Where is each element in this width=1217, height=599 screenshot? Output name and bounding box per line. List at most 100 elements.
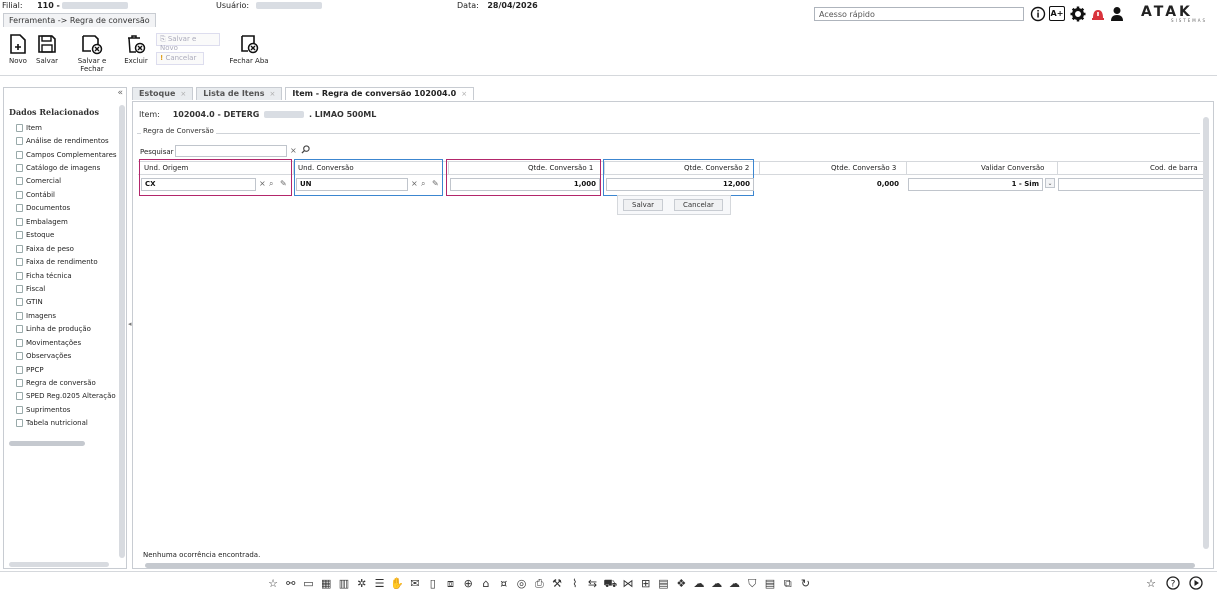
- sidebar-item[interactable]: Ficha técnica: [16, 269, 120, 282]
- save-close-button[interactable]: Salvar e Fechar: [65, 33, 119, 73]
- sidebar-item[interactable]: Estoque: [16, 229, 120, 242]
- new-button[interactable]: Novo: [6, 33, 30, 65]
- coins-icon[interactable]: ◎: [514, 576, 530, 592]
- tab-lista-itens[interactable]: Lista de Itens ×: [196, 87, 283, 100]
- sidebar-item[interactable]: Análise de rendimentos: [16, 134, 120, 147]
- clear-icon[interactable]: ×: [411, 179, 418, 188]
- play-icon[interactable]: [1188, 576, 1204, 592]
- left-panel-vertical-scrollbar[interactable]: [119, 105, 125, 558]
- book-icon[interactable]: ▯: [425, 576, 441, 592]
- app-tab[interactable]: Ferramenta -> Regra de conversão: [3, 13, 156, 27]
- settings-icon[interactable]: ✲: [354, 576, 370, 592]
- left-panel-bottom-scrollbar[interactable]: [9, 562, 109, 567]
- qtde-1-input[interactable]: 1,000: [450, 178, 600, 191]
- chevron-down-icon[interactable]: ⌄: [1045, 178, 1055, 188]
- tab-regra-conversao[interactable]: Item - Regra de conversão 102004.0 ×: [285, 87, 475, 100]
- sidebar-item[interactable]: Documentos: [16, 202, 120, 215]
- user-icon[interactable]: [1109, 6, 1125, 22]
- splitter-handle[interactable]: ◂: [128, 320, 132, 328]
- mail-icon[interactable]: ✉: [407, 576, 423, 592]
- handshake-icon[interactable]: ❖: [673, 576, 689, 592]
- qtde-2-input[interactable]: 12,000: [606, 178, 754, 191]
- sidebar-item[interactable]: PPCP: [16, 363, 120, 376]
- globe-icon[interactable]: ⊕: [460, 576, 476, 592]
- terminal-icon[interactable]: ⊞: [638, 576, 654, 592]
- collapse-panel-button[interactable]: «: [117, 88, 123, 98]
- filters-icon[interactable]: ☰: [372, 576, 388, 592]
- truck-icon[interactable]: ⛟: [602, 576, 618, 592]
- main-horizontal-scrollbar[interactable]: [145, 563, 1195, 568]
- sidebar-item[interactable]: Contábil: [16, 188, 120, 201]
- help-icon[interactable]: ?: [1165, 576, 1181, 592]
- search-input[interactable]: [175, 145, 287, 157]
- list-icon[interactable]: ▤: [762, 576, 778, 592]
- search-icon[interactable]: ⌕: [269, 179, 273, 189]
- sidebar-item[interactable]: Faixa de peso: [16, 242, 120, 255]
- sidebar-item[interactable]: Suprimentos: [16, 403, 120, 416]
- save-new-button[interactable]: ⎘ Salvar e Novo: [156, 33, 220, 52]
- sidebar-item[interactable]: Comercial: [16, 175, 120, 188]
- transfer-icon[interactable]: ⇆: [585, 576, 601, 592]
- alert-icon[interactable]: [1090, 6, 1106, 22]
- tools-icon[interactable]: ⚒: [549, 576, 565, 592]
- sidebar-item[interactable]: Movimentações: [16, 336, 120, 349]
- cloud-down-icon[interactable]: ☁: [691, 576, 707, 592]
- cancel-toolbar-button[interactable]: ! Cancelar: [156, 52, 204, 65]
- refresh-icon[interactable]: ↻: [798, 576, 814, 592]
- sidebar-item[interactable]: Campos Complementares: [16, 148, 120, 161]
- close-icon[interactable]: ×: [270, 90, 276, 98]
- hand-icon[interactable]: ✋: [389, 576, 405, 592]
- sidebar-item[interactable]: Embalagem: [16, 215, 120, 228]
- favorite-icon[interactable]: ☆: [265, 576, 281, 592]
- sidebar-item[interactable]: Faixa de rendimento: [16, 255, 120, 268]
- gear-icon[interactable]: [1070, 6, 1086, 22]
- cloud-up-icon[interactable]: ☁: [727, 576, 743, 592]
- network-icon[interactable]: ⚯: [283, 576, 299, 592]
- cod-barra-input[interactable]: [1058, 178, 1208, 191]
- print-icon[interactable]: ⎙: [531, 576, 547, 592]
- sidebar-item[interactable]: Regra de conversão: [16, 376, 120, 389]
- close-icon[interactable]: ×: [461, 90, 467, 98]
- row-cancel-button[interactable]: Cancelar: [674, 199, 723, 211]
- tab-estoque[interactable]: Estoque ×: [132, 87, 194, 100]
- close-tab-button[interactable]: Fechar Aba: [229, 33, 269, 65]
- sidebar-item[interactable]: GTIN: [16, 296, 120, 309]
- main-vertical-scrollbar[interactable]: [1203, 117, 1209, 549]
- sidebar-item[interactable]: Imagens: [16, 309, 120, 322]
- qtde-3-input[interactable]: 0,000: [761, 178, 903, 191]
- search-icon[interactable]: [301, 145, 310, 157]
- barcode-icon[interactable]: ▥: [336, 576, 352, 592]
- left-panel-horizontal-scrollbar[interactable]: [9, 441, 85, 446]
- edit-icon[interactable]: ✎: [432, 179, 439, 188]
- font-size-icon[interactable]: A+: [1049, 6, 1065, 21]
- calculator-icon[interactable]: ▦: [318, 576, 334, 592]
- cloud-sync-icon[interactable]: ☁: [709, 576, 725, 592]
- sidebar-item[interactable]: Linha de produção: [16, 323, 120, 336]
- und-conversao-input[interactable]: UN: [296, 178, 408, 191]
- edit-icon[interactable]: ✎: [280, 179, 287, 188]
- monitor-icon[interactable]: ▭: [301, 576, 317, 592]
- bank-icon[interactable]: ⌂: [478, 576, 494, 592]
- sidebar-item[interactable]: Tabela nutricional: [16, 417, 120, 430]
- document-icon[interactable]: ▤: [656, 576, 672, 592]
- validar-select[interactable]: 1 - Sim: [908, 178, 1043, 191]
- chart-icon[interactable]: ⌇: [567, 576, 583, 592]
- delete-button[interactable]: Excluir: [124, 33, 148, 65]
- col-cod-barra[interactable]: Cod. de barra: [1150, 164, 1198, 172]
- col-qtde-3[interactable]: Qtde. Conversão 3: [831, 164, 896, 172]
- quick-access-input[interactable]: Acesso rápido: [814, 7, 1024, 21]
- sidebar-item[interactable]: Item: [16, 121, 120, 134]
- info-icon[interactable]: [1030, 6, 1046, 22]
- clear-search-icon[interactable]: ×: [290, 146, 297, 155]
- und-origem-input[interactable]: CX: [141, 178, 256, 191]
- clear-icon[interactable]: ×: [259, 179, 266, 188]
- row-save-button[interactable]: Salvar: [623, 199, 663, 211]
- col-validar[interactable]: Validar Conversão: [981, 164, 1044, 172]
- sidebar-item[interactable]: Observações: [16, 349, 120, 362]
- swap-icon[interactable]: ⋈: [620, 576, 636, 592]
- sidebar-item[interactable]: Catálogo de imagens: [16, 161, 120, 174]
- close-icon[interactable]: ×: [180, 90, 186, 98]
- sidebar-item[interactable]: SPED Reg.0205 Alteração: [16, 390, 120, 403]
- sidebar-item[interactable]: Fiscal: [16, 282, 120, 295]
- add-favorite-icon[interactable]: ☆: [1143, 576, 1159, 592]
